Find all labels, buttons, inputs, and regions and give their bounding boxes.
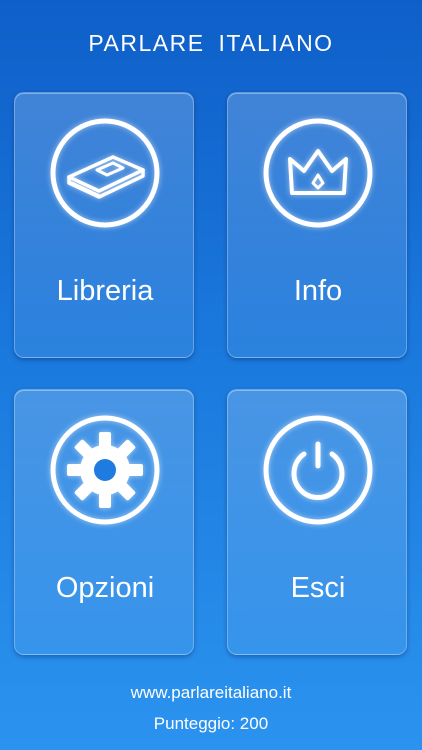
esci-label: Esci [290, 572, 346, 604]
book-icon [47, 115, 163, 231]
esci-button[interactable]: Esci [227, 389, 407, 655]
website-link[interactable]: www.parlareitaliano.it [0, 683, 422, 703]
info-button[interactable]: Info [227, 92, 407, 358]
power-icon [260, 412, 376, 528]
info-label: Info [293, 275, 343, 307]
libreria-label: Libreria [56, 275, 154, 307]
gear-icon [47, 412, 163, 528]
libreria-button[interactable]: Libreria [14, 92, 194, 358]
opzioni-label: Opzioni [55, 572, 155, 604]
app-title: PARLARE ITALIANO [88, 30, 334, 56]
crown-icon [260, 115, 376, 231]
score-text: Punteggio: 200 [153, 714, 269, 733]
opzioni-button[interactable]: Opzioni [14, 389, 194, 655]
